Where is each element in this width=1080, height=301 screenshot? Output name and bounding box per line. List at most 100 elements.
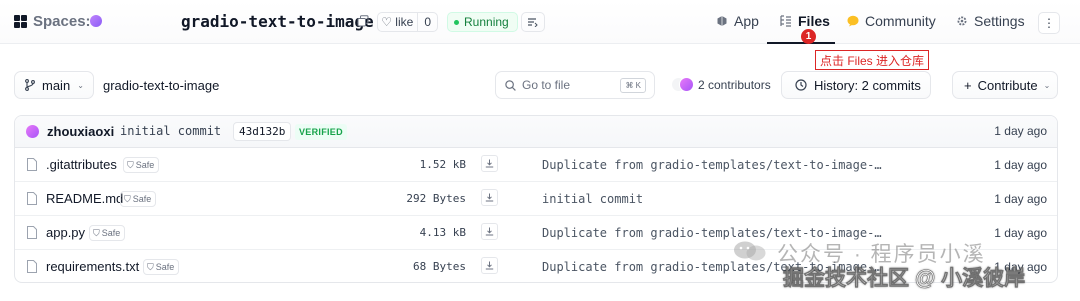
safe-badge: ⛉ Safe: [143, 259, 180, 275]
files-icon: [780, 15, 791, 27]
contribute-button[interactable]: + Contribute ⌄: [952, 71, 1058, 99]
repo-path[interactable]: gradio-text-to-image: [103, 78, 219, 93]
safe-badge: ⛉ Safe: [120, 191, 157, 207]
commit-message[interactable]: initial commit: [120, 124, 221, 138]
copy-icon[interactable]: [357, 15, 369, 27]
shield-icon: ⛉: [93, 227, 100, 238]
repo-title[interactable]: gradio-text-to-image: [181, 12, 374, 31]
status-badge[interactable]: Running: [447, 12, 518, 32]
chevron-down-icon: ⌄: [1043, 80, 1051, 90]
top-header: Spaces: gradio-text-to-image ♡ like 0 Ru…: [0, 0, 1080, 44]
tab-app-label: App: [734, 13, 759, 29]
tab-community-label: Community: [865, 13, 936, 29]
commit-time: 1 day ago: [994, 124, 1047, 138]
file-commit-message[interactable]: Duplicate from gradio-templates/text-to-…: [542, 260, 882, 274]
shield-icon: ⛉: [147, 261, 154, 272]
more-icon: ⋮: [1043, 16, 1055, 30]
branch-selector[interactable]: main ⌄: [14, 71, 94, 99]
search-icon: [505, 79, 516, 91]
avatar[interactable]: [26, 125, 39, 138]
history-button[interactable]: History: 2 commits: [781, 71, 931, 99]
table-row[interactable]: requirements.txt ⛉ Safe 68 Bytes Duplicat…: [15, 250, 1057, 282]
table-row[interactable]: .gitattributes ⛉ Safe 1.52 kB Duplicate f…: [15, 148, 1057, 182]
file-name[interactable]: README.md: [46, 191, 123, 206]
more-menu-button[interactable]: ⋮: [1038, 12, 1060, 34]
like-count: 0: [417, 13, 437, 31]
history-label: History: 2 commits: [814, 77, 921, 93]
verified-badge: VERIFIED: [295, 124, 347, 140]
owner-avatar[interactable]: [90, 15, 102, 27]
branch-icon: [25, 79, 35, 91]
file-commit-message[interactable]: Duplicate from gradio-templates/text-to-…: [542, 226, 882, 240]
tab-app[interactable]: App: [716, 13, 759, 29]
logs-icon: [528, 17, 538, 27]
download-button[interactable]: [481, 155, 498, 172]
contributors-link[interactable]: 2 contributors: [698, 78, 771, 92]
contributor-avatars[interactable]: [671, 77, 695, 93]
table-row[interactable]: app.py ⛉ Safe 4.13 kB Duplicate from grad…: [15, 216, 1057, 250]
file-time: 1 day ago: [994, 192, 1047, 206]
file-time: 1 day ago: [994, 158, 1047, 172]
shield-icon: ⛉: [127, 159, 134, 170]
safe-label: Safe: [132, 194, 152, 204]
go-to-file-input[interactable]: Go to file ⌘ K: [495, 71, 655, 99]
download-button[interactable]: [481, 223, 498, 240]
tab-settings-label: Settings: [974, 13, 1025, 29]
tab-files[interactable]: Files: [780, 13, 830, 29]
community-icon: [847, 15, 859, 27]
last-commit-row: zhouxiaoxi initial commit 43d132b VERIFI…: [15, 116, 1057, 148]
safe-label: Safe: [101, 228, 121, 238]
file-size: 292 Bytes: [406, 192, 466, 205]
app-icon: [717, 16, 727, 26]
commit-hash[interactable]: 43d132b: [233, 122, 292, 141]
search-placeholder: Go to file: [522, 78, 571, 92]
shield-icon: ⛉: [124, 193, 131, 204]
safe-label: Safe: [155, 262, 175, 272]
download-icon: [485, 261, 494, 270]
tab-settings[interactable]: Settings: [956, 13, 1025, 29]
file-commit-message[interactable]: Duplicate from gradio-templates/text-to-…: [542, 158, 882, 172]
tab-community[interactable]: Community: [847, 13, 936, 29]
file-size: 4.13 kB: [419, 226, 466, 239]
file-time: 1 day ago: [994, 260, 1047, 274]
file-icon: [27, 260, 37, 273]
file-size: 68 Bytes: [413, 260, 466, 273]
chevron-down-icon: ⌄: [77, 80, 84, 90]
safe-label: Safe: [135, 160, 155, 170]
download-icon: [485, 193, 494, 202]
safe-badge: ⛉ Safe: [123, 157, 160, 173]
file-time: 1 day ago: [994, 226, 1047, 240]
contribute-label: Contribute: [977, 77, 1038, 93]
active-tab-indicator: [767, 42, 835, 44]
file-icon: [27, 158, 37, 171]
shortcut-hint: ⌘ K: [620, 78, 646, 93]
download-icon: [485, 159, 494, 168]
file-name[interactable]: requirements.txt: [46, 259, 139, 274]
download-icon: [485, 227, 494, 236]
heart-icon: ♡: [381, 15, 393, 29]
spaces-link[interactable]: Spaces:: [33, 13, 91, 30]
like-button[interactable]: ♡ like 0: [377, 12, 438, 32]
plus-icon: +: [964, 77, 972, 93]
clock-icon: [795, 79, 807, 91]
like-label: like: [395, 15, 414, 29]
file-icon: [27, 192, 37, 205]
file-name[interactable]: app.py: [46, 225, 85, 240]
branch-name: main: [42, 77, 71, 93]
gear-icon: [957, 16, 967, 26]
safe-badge: ⛉ Safe: [89, 225, 126, 241]
annotation-callout: 点击 Files 进入仓库: [815, 50, 929, 70]
commit-author[interactable]: zhouxiaoxi: [47, 124, 114, 139]
download-button[interactable]: [481, 189, 498, 206]
file-table: zhouxiaoxi initial commit 43d132b VERIFI…: [14, 115, 1058, 283]
spaces-logo-icon[interactable]: [14, 15, 27, 28]
download-button[interactable]: [481, 257, 498, 274]
status-label: Running: [464, 15, 509, 29]
file-name[interactable]: .gitattributes: [46, 157, 117, 172]
file-commit-message[interactable]: initial commit: [542, 192, 643, 206]
file-icon: [27, 226, 37, 239]
table-row[interactable]: README.md ⛉ Safe 292 Bytes initial commit…: [15, 182, 1057, 216]
step-number-badge: 1: [801, 29, 816, 44]
logs-button[interactable]: [521, 12, 545, 32]
tab-files-label: Files: [798, 13, 830, 29]
